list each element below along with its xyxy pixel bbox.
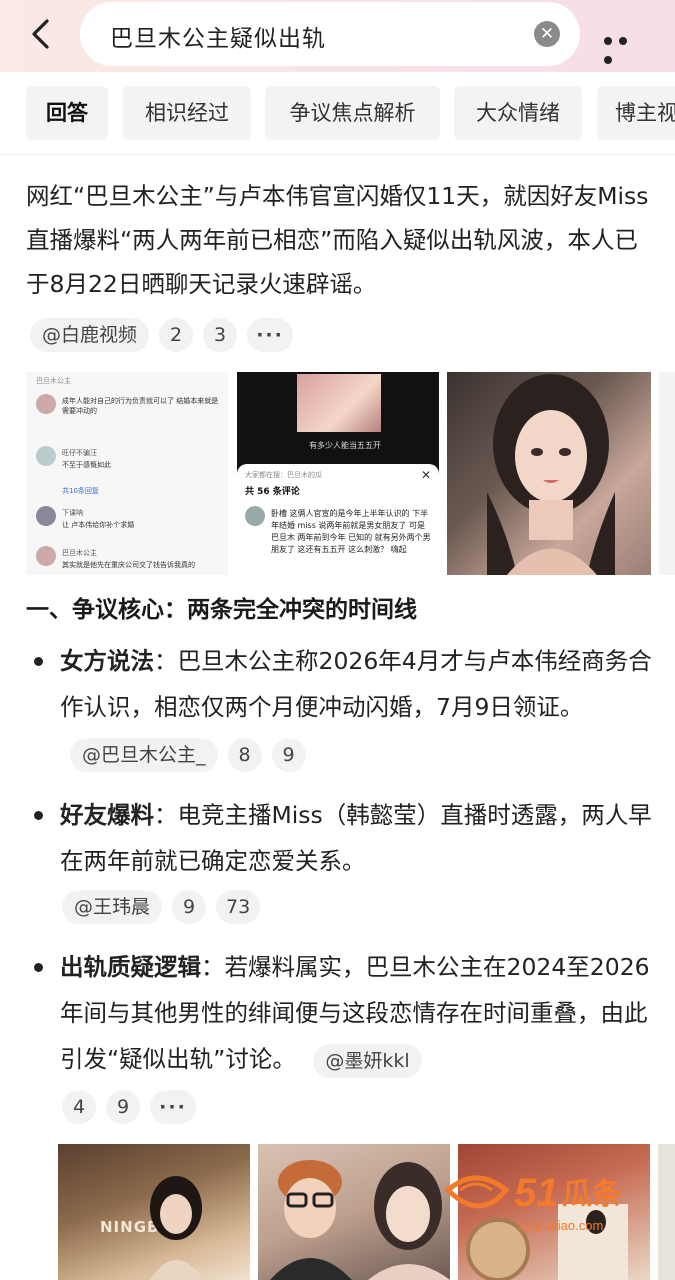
- reference-chip[interactable]: 9: [172, 890, 207, 924]
- source-chip[interactable]: @巴旦木公主_: [70, 737, 218, 772]
- section-title: 一、争议核心：两条完全冲突的时间线: [26, 597, 417, 623]
- portrait-photo[interactable]: [447, 372, 651, 575]
- source-chip-row: @王玮晨 9 73: [62, 890, 270, 924]
- reference-chip[interactable]: 4: [62, 1090, 96, 1124]
- watermark-text: 瓜条: [562, 1177, 622, 1212]
- bullet-dot: [34, 963, 43, 972]
- comment-line: 巴旦木公主: [62, 549, 97, 557]
- top-bar: 巴旦木公主疑似出轨 ✕: [0, 0, 675, 72]
- comment-line: 让 卢本伟给你补个求婚: [62, 521, 135, 529]
- comment-panel: 大家都在搜：巴旦木的瓜 共 56 条评论 ✕ 卧槽 这俩人官宣的是今年上半年认识…: [237, 464, 439, 575]
- source-chip[interactable]: @王玮晨: [62, 890, 163, 924]
- close-icon[interactable]: ✕: [534, 21, 560, 47]
- reference-chip[interactable]: 73: [216, 890, 261, 924]
- livestream-illustration: [270, 1160, 450, 1280]
- portrait-illustration: [150, 1176, 204, 1280]
- more-images-preview[interactable]: [658, 1144, 675, 1280]
- video-thumbnail: [297, 374, 381, 432]
- comment-line: 其实就是他先在重庆公司交了钱告诉我真的: [62, 561, 195, 569]
- video-caption: 有多少人能当五五开: [309, 441, 381, 450]
- source-chip-row: @白鹿视频 2 3 ···: [30, 318, 303, 352]
- more-references-button[interactable]: ···: [247, 318, 294, 352]
- bullet-friend-revelation: 好友爆料：电竞主播Miss（韩懿莹）直播时透露，两人早在两年前就已确定恋爱关系。: [60, 792, 660, 884]
- tab-how-they-met[interactable]: 相识经过: [123, 86, 251, 140]
- avatar: [245, 506, 265, 526]
- more-horizontal-icon[interactable]: [604, 30, 648, 64]
- reference-chip[interactable]: 9: [106, 1090, 140, 1124]
- comment-line: 下课呐: [62, 509, 83, 517]
- reference-chip[interactable]: 2: [159, 318, 194, 352]
- bullet-label: 出轨质疑逻辑: [60, 953, 201, 981]
- bullet-dot: [34, 657, 43, 666]
- search-hint: 大家都在搜：巴旦木的瓜: [245, 471, 322, 479]
- source-chip[interactable]: @白鹿视频: [30, 318, 150, 352]
- comment-line: 共10条回复: [62, 487, 99, 495]
- bullet-cheating-logic: 出轨质疑逻辑：若爆料属实，巴旦木公主在2024至2026年间与其他男性的绯闻便与…: [60, 944, 660, 1082]
- watermark-url: 51guatiao.com: [518, 1218, 603, 1233]
- tab-answer[interactable]: 回答: [26, 86, 108, 140]
- tab-public-sentiment[interactable]: 大众情绪: [454, 86, 582, 140]
- comment-count: 共 56 条评论: [245, 487, 300, 497]
- source-chip-row: 4 9 ···: [62, 1090, 206, 1124]
- search-input[interactable]: 巴旦木公主疑似出轨: [110, 19, 326, 53]
- reference-chip[interactable]: 9: [271, 737, 306, 772]
- tab-bar: 回答 相识经过 争议焦点解析 大众情绪 博主视: [0, 86, 675, 140]
- video-comments-image[interactable]: 有多少人能当五五开 大家都在搜：巴旦木的瓜 共 56 条评论 ✕ 卧槽 这俩人官…: [237, 372, 439, 575]
- site-watermark: 51 瓜条 51guatiao.com: [440, 1160, 650, 1240]
- avatar: [36, 446, 56, 466]
- chevron-left-icon[interactable]: [22, 14, 62, 54]
- tab-controversy-analysis[interactable]: 争议焦点解析: [265, 86, 440, 140]
- comment-line: 巴旦木公主: [36, 377, 71, 385]
- source-chip[interactable]: @墨妍kkl: [313, 1043, 422, 1078]
- svg-text:51: 51: [514, 1171, 559, 1215]
- close-icon[interactable]: ✕: [421, 468, 431, 482]
- bullet-label: 女方说法: [60, 647, 154, 675]
- comment-text: 卧槽 这俩人官宣的是今年上半年认识的 下半年结婚 miss 说两年前就是男女朋友…: [271, 509, 431, 554]
- bullet-woman-claim: 女方说法：巴旦木公主称2026年4月才与卢本伟经商务合作认识，相恋仅两个月便冲动…: [60, 638, 660, 776]
- search-box[interactable]: 巴旦木公主疑似出轨 ✕: [80, 2, 580, 66]
- avatar: [36, 394, 56, 414]
- watermark-logo: 51 瓜条 51guatiao.com: [444, 1171, 622, 1233]
- answer-intro: 网红“巴旦木公主”与卢本伟官宣闪婚仅11天，就因好友Miss直播爆料“两人两年前…: [26, 182, 649, 298]
- comment-screenshot-image[interactable]: 巴旦木公主 成年人能对自己的行为负责就可以了 结婚本来就是需要冲动的 旺仔不骗汪…: [26, 372, 228, 575]
- divider: [0, 154, 675, 155]
- avatar: [36, 506, 56, 526]
- restaurant-photo[interactable]: NINGBO: [58, 1144, 250, 1280]
- reference-chip[interactable]: 8: [227, 737, 262, 772]
- bullet-label: 好友爆料: [60, 801, 154, 829]
- livestream-photo[interactable]: [258, 1144, 450, 1280]
- portrait-illustration: [487, 374, 615, 575]
- comment-line: 不至于感慨如此: [62, 461, 111, 469]
- reference-chip[interactable]: 3: [203, 318, 238, 352]
- more-images-preview[interactable]: [659, 372, 675, 575]
- comment-line: 成年人能对自己的行为负责就可以了 结婚本来就是需要冲动的: [62, 397, 219, 415]
- bullet-dot: [34, 811, 43, 820]
- avatar: [36, 546, 56, 566]
- tab-blogger-view[interactable]: 博主视: [597, 86, 675, 140]
- comment-line: 旺仔不骗汪: [62, 449, 97, 457]
- more-references-button[interactable]: ···: [150, 1090, 196, 1124]
